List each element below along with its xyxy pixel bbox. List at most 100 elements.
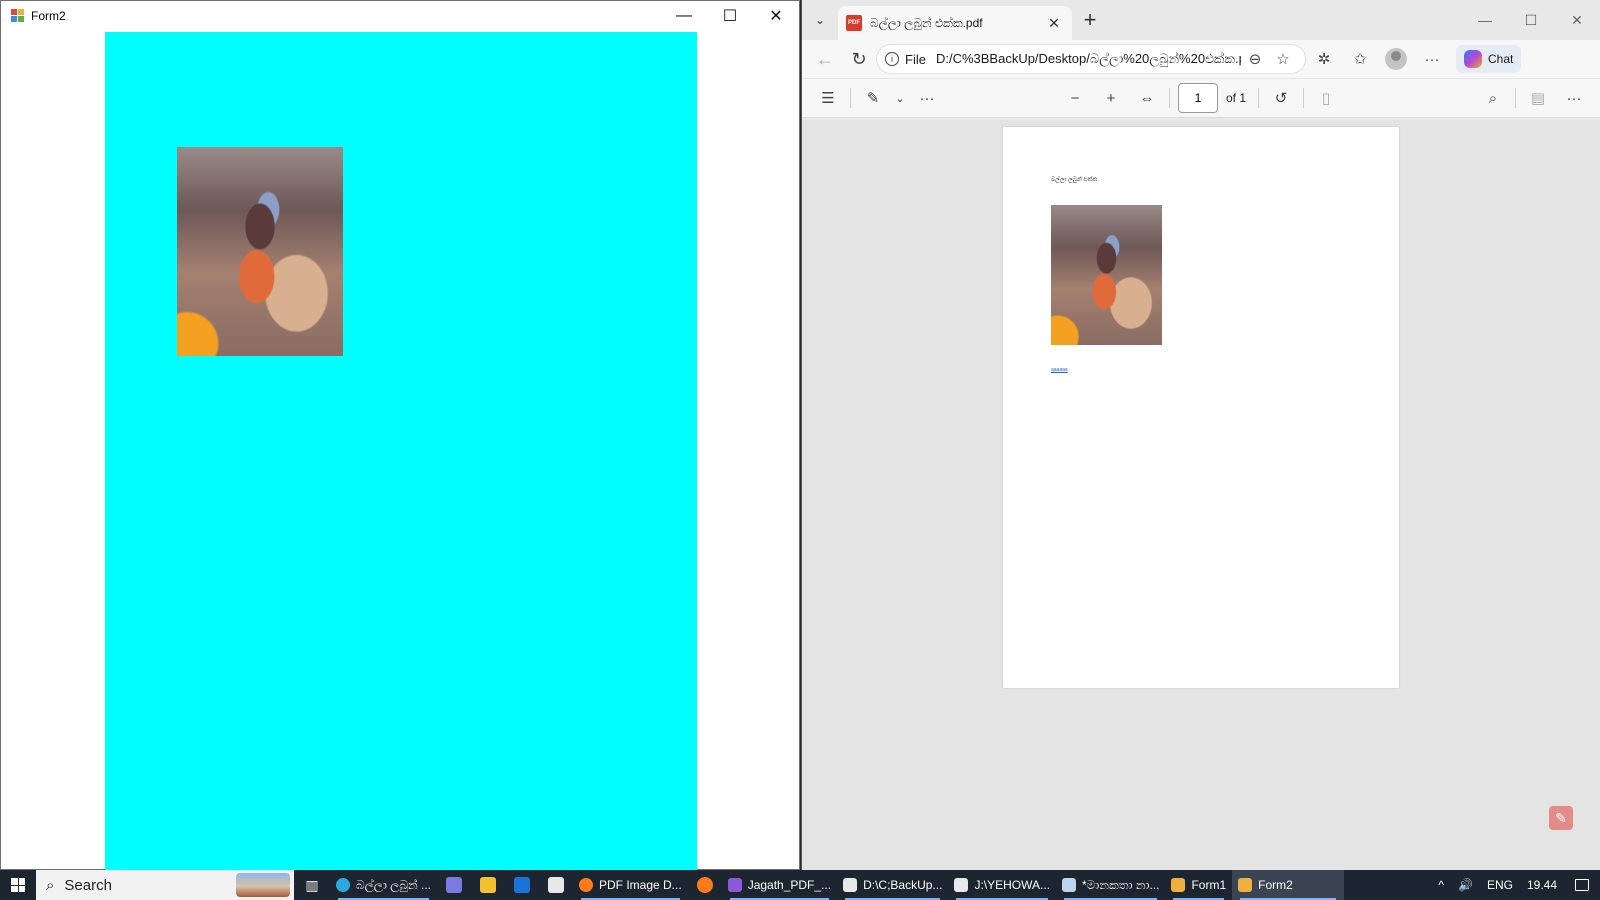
divider: [1515, 88, 1516, 108]
form2-title: Form2: [31, 9, 66, 23]
favorites-icon[interactable]: ✩: [1342, 44, 1378, 74]
taskbar: ⌕ Search ▥ බල්ලා ලබුන් ... PDF Image D..…: [0, 870, 1600, 900]
form-app-icon: [1171, 878, 1186, 892]
edge-icon: [336, 878, 350, 892]
page-view-icon[interactable]: ▯: [1308, 83, 1344, 113]
url-text[interactable]: D:/C%3BBackUp/Desktop/බල්ලා%20ලබුන්%20එක…: [936, 51, 1241, 67]
search-placeholder: Search: [64, 876, 112, 894]
taskbar-file-explorer[interactable]: [471, 870, 505, 900]
store-icon: [548, 877, 564, 893]
taskbar-app-label: D:\C;BackUp...: [863, 878, 943, 892]
firefox-icon: [696, 877, 713, 893]
pdf-page: බල්ලා ලබුන් එක්ක aaaaaa: [1003, 127, 1399, 688]
zoom-icon[interactable]: ⊖: [1241, 50, 1269, 68]
divider: [1303, 88, 1305, 108]
search-icon: ⌕: [46, 876, 55, 894]
form-app-icon: [1238, 878, 1253, 892]
taskbar-app-label: PDF Image D...: [599, 878, 682, 892]
profile-button[interactable]: [1378, 44, 1414, 74]
taskbar-app-form1[interactable]: Form1: [1165, 870, 1232, 900]
taskbar-app-label: Form2: [1258, 878, 1293, 892]
find-search-icon[interactable]: ⌕: [1475, 83, 1511, 113]
address-bar: ← ↻ i File D:/C%3BBackUp/Desktop/බල්ලා%2…: [802, 40, 1600, 78]
taskbar-app-label: බල්ලා ලබුන් ...: [356, 877, 431, 892]
form-app-icon: [11, 9, 25, 23]
pdf-more-icon[interactable]: ···: [1556, 83, 1592, 113]
draw-icon[interactable]: ✎: [855, 83, 891, 113]
extensions-icon[interactable]: ✲: [1306, 44, 1342, 74]
form2-titlebar[interactable]: Form2 — ☐ ✕: [1, 1, 799, 31]
taskbar-app-notepad-yehowa[interactable]: J:\YEHOWA...: [948, 870, 1056, 900]
rotate-icon[interactable]: ↺: [1263, 83, 1299, 113]
edge-maximize-button[interactable]: ☐: [1508, 0, 1554, 40]
taskbar-store[interactable]: [539, 870, 573, 900]
start-button[interactable]: [0, 870, 36, 900]
taskbar-firefox[interactable]: [688, 870, 722, 900]
refresh-button[interactable]: ↻: [842, 44, 876, 74]
edge-close-button[interactable]: ✕: [1554, 0, 1600, 40]
taskbar-app-form2[interactable]: Form2: [1232, 870, 1345, 900]
file-scheme-label: File: [905, 51, 926, 67]
save-icon[interactable]: ▤: [1520, 83, 1556, 113]
settings-more-icon[interactable]: ···: [1414, 44, 1450, 74]
windows-logo-icon: [11, 878, 25, 892]
taskbar-app-notes[interactable]: *මානකතා නා...: [1056, 870, 1165, 900]
tab-pdf[interactable]: PDF බල්ලා ලබුන් එක්ක.pdf ✕: [838, 6, 1072, 40]
draw-options-chevron-icon[interactable]: ⌄: [891, 83, 909, 113]
tray-chevron-icon[interactable]: ^: [1431, 878, 1451, 892]
picture-box[interactable]: [177, 147, 343, 356]
page-number-input[interactable]: 1: [1178, 83, 1218, 113]
pdf-viewport[interactable]: බල්ලා ලබුන් එක්ක aaaaaa ✎: [802, 120, 1600, 870]
notepad-icon: [954, 878, 969, 892]
site-info-icon[interactable]: i: [885, 52, 899, 66]
visual-studio-icon: [727, 878, 742, 892]
search-highlight-image: [236, 873, 290, 897]
form2-close-button[interactable]: ✕: [753, 1, 799, 31]
divider: [1169, 88, 1170, 108]
contents-icon[interactable]: ☰: [810, 83, 846, 113]
taskbar-app-edge[interactable]: බල්ලා ලබුන් ...: [330, 870, 437, 900]
tab-close-icon[interactable]: ✕: [1044, 15, 1064, 32]
zoom-out-button[interactable]: −: [1057, 83, 1093, 113]
form2-minimize-button[interactable]: —: [661, 1, 707, 31]
tab-actions-menu-icon[interactable]: ⌄: [802, 5, 838, 35]
taskbar-outlook[interactable]: [505, 870, 539, 900]
taskbar-app-label: *මානකතා නා...: [1082, 877, 1160, 892]
notes-icon: [1062, 878, 1076, 892]
taskbar-app-visual-studio[interactable]: Jagath_PDF_...: [722, 870, 837, 900]
firefox-icon: [579, 878, 593, 892]
new-tab-button[interactable]: +: [1072, 7, 1108, 33]
more-tools-icon[interactable]: ···: [909, 83, 945, 113]
taskbar-search[interactable]: ⌕ Search: [36, 870, 294, 900]
task-view-icon[interactable]: ▥: [294, 870, 330, 900]
back-button[interactable]: ←: [808, 44, 842, 74]
language-indicator[interactable]: ENG: [1480, 878, 1520, 892]
taskbar-app-label: Jagath_PDF_...: [747, 878, 832, 892]
zoom-in-button[interactable]: +: [1093, 83, 1129, 113]
acrobat-icon[interactable]: ✎: [1549, 806, 1573, 830]
taskbar-copilot[interactable]: [437, 870, 471, 900]
notepad-icon: [843, 878, 858, 892]
notification-center-icon[interactable]: [1564, 870, 1600, 900]
taskbar-app-pdf-image[interactable]: PDF Image D...: [573, 870, 688, 900]
pdf-image: [1051, 205, 1162, 345]
form2-window: Form2 — ☐ ✕: [0, 0, 800, 872]
url-field[interactable]: i File D:/C%3BBackUp/Desktop/බල්ලා%20ලබු…: [876, 44, 1306, 74]
pdf-link[interactable]: aaaaaa: [1051, 367, 1068, 373]
form2-maximize-button[interactable]: ☐: [707, 1, 753, 31]
edge-minimize-button[interactable]: —: [1462, 0, 1508, 40]
divider: [850, 88, 851, 108]
favorite-star-icon[interactable]: ☆: [1269, 50, 1297, 68]
file-explorer-icon: [480, 877, 496, 893]
system-tray: ^ 🔊 ENG 19.44: [1431, 870, 1600, 900]
copilot-chat-button[interactable]: Chat: [1456, 45, 1522, 73]
clock[interactable]: 19.44: [1520, 878, 1564, 892]
pdf-toolbar: ☰ ✎ ⌄ ··· − + ⇔ 1 of 1 ↺ ▯ ⌕ ▤ ···: [802, 78, 1600, 118]
taskbar-app-notepad-backup[interactable]: D:\C;BackUp...: [837, 870, 948, 900]
fit-to-width-icon[interactable]: ⇔: [1129, 83, 1165, 113]
volume-icon[interactable]: 🔊: [1451, 878, 1480, 892]
divider: [1258, 88, 1260, 108]
cyan-panel: [105, 32, 697, 872]
copilot-icon: [1464, 50, 1482, 68]
outlook-icon: [514, 877, 530, 893]
